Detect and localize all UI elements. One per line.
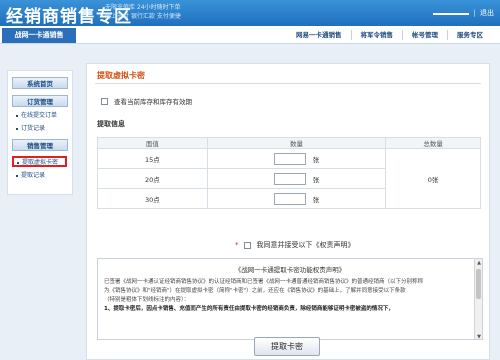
nav-link-account-management[interactable]: 帐号管理 — [402, 30, 447, 40]
sidebar-section-order: 订货管理 — [12, 95, 68, 107]
sidebar-item-home[interactable]: 系统首页 — [12, 77, 68, 89]
user-area: | 退出 — [433, 8, 494, 18]
sidebar: 系统首页 订货管理 在线提交订单 订货记录 销售管理 提取虚拟卡密 提取记录 — [7, 70, 73, 195]
unit-label: 张 — [312, 195, 320, 204]
sidebar-item-label: 提取虚拟卡密 — [22, 159, 59, 166]
sidebar-item-order-records[interactable]: 订货记录 — [16, 125, 72, 133]
header-slogan: 无限充值库 24小时随时下单 网上支付 银行汇款 支付便捷 — [105, 3, 195, 21]
header-bar: 经销商销售专区 无限充值库 24小时随时下单 网上支付 银行汇款 支付便捷 | … — [0, 0, 500, 27]
column-header: 数量 — [206, 137, 387, 149]
extract-card-button[interactable]: 提取卡密 — [254, 337, 320, 356]
logout-link[interactable]: 退出 — [480, 9, 494, 17]
column-header: 总数量 — [385, 137, 481, 149]
denomination-cell: 15点 — [97, 148, 208, 169]
sidebar-item-submit-order[interactable]: 在线提交订单 — [16, 112, 72, 120]
page-title: 提取虚拟卡密 — [97, 71, 145, 80]
disclaimer-title: 《战网一卡通提取卡密功能权责声明》 — [234, 266, 346, 274]
stock-option: 查看当前库存和库存有效期 — [101, 96, 192, 106]
column-header: 面值 — [97, 137, 208, 149]
nav-link-netease-card-sales[interactable]: 网易一卡通销售 — [287, 30, 351, 40]
unit-label: 张 — [312, 155, 320, 164]
total-cell: 0张 — [385, 148, 481, 209]
disclaimer-box[interactable]: 《战网一卡通提取卡密功能权责声明》 已签署《战网一卡通认证经销商销售协议》的认证… — [97, 258, 483, 340]
bullet-icon — [16, 127, 18, 130]
sidebar-section-sales: 销售管理 — [12, 139, 68, 151]
quantity-cell: 张 — [206, 148, 387, 169]
separator: | — [473, 9, 476, 17]
scroll-up-icon[interactable]: ▲ — [476, 260, 482, 266]
disclaimer-line: 已签署《战网一卡通认证经销商销售协议》的认证经销商和已签署《战网一卡通普通经销商… — [104, 279, 424, 285]
bullet-icon — [17, 161, 19, 164]
sidebar-item-extract-records[interactable]: 提取记录 — [16, 172, 72, 180]
quantity-input-30[interactable] — [273, 192, 306, 205]
stock-checkbox-label[interactable]: 查看当前库存和库存有效期 — [114, 96, 192, 106]
divider — [95, 83, 481, 84]
quantity-input-20[interactable] — [273, 172, 306, 185]
slogan-line: 网上支付 银行汇款 支付便捷 — [105, 13, 181, 20]
disclaimer-bold-line: 1、提取卡密后，因点卡销售、充值而产生的所有责任由提取卡密的经销商负责，除经销商… — [104, 306, 394, 312]
top-nav: 战网一卡通销售 网易一卡通销售 将军令销售 帐号管理 服务专区 — [0, 26, 500, 44]
quantity-input-15[interactable] — [273, 152, 306, 165]
main-panel: 提取虚拟卡密 查看当前库存和库存有效期 提取信息 面值 数量 总数量 15点 张… — [86, 63, 490, 360]
agree-label[interactable]: 我同意并接受以下《权责声明》 — [257, 240, 355, 250]
quantity-cell: 张 — [206, 188, 387, 209]
nav-link-service-zone[interactable]: 服务专区 — [447, 30, 492, 40]
sidebar-item-extract-card[interactable]: 提取虚拟卡密 — [12, 156, 67, 167]
nav-link-token-sales[interactable]: 将军令销售 — [350, 30, 403, 40]
bullet-icon — [16, 114, 18, 117]
section-label: 提取信息 — [97, 120, 125, 128]
slogan-line: 无限充值库 24小时随时下单 — [105, 4, 181, 11]
tab-battlenet-card-sales[interactable]: 战网一卡通销售 — [2, 28, 76, 43]
unit-label: 张 — [312, 175, 320, 184]
agreement-row: * 我同意并接受以下《权责声明》 — [235, 240, 355, 250]
denomination-cell: 30点 — [97, 188, 208, 209]
disclaimer-line: 为《销售协议》和"经销商"）在提取虚拟卡密（简称"卡密"）之前，还应在《销售协议… — [104, 288, 406, 294]
nav-links: 网易一卡通销售 将军令销售 帐号管理 服务专区 — [287, 26, 492, 44]
table-header-row: 面值 数量 总数量 — [97, 137, 481, 149]
scroll-down-icon[interactable]: ▼ — [476, 334, 482, 339]
quantity-cell: 张 — [206, 168, 387, 189]
sidebar-item-label: 在线提交订单 — [21, 112, 58, 119]
username-redacted — [433, 11, 470, 15]
table-row: 15点 张 0张 — [97, 148, 481, 209]
denomination-cell: 20点 — [97, 168, 208, 189]
stock-checkbox[interactable] — [101, 97, 108, 105]
sidebar-item-label: 订货记录 — [21, 125, 46, 132]
disclaimer-scrollbar[interactable]: ▲ ▼ — [474, 259, 482, 339]
bullet-icon — [16, 174, 18, 177]
scroll-thumb[interactable] — [476, 269, 481, 299]
disclaimer-line: （特别是粗体下划线标注的内容）： — [104, 297, 190, 303]
sidebar-item-label: 提取记录 — [21, 172, 46, 179]
disclaimer-body: 已签署《战网一卡通认证经销商销售协议》的认证经销商和已签署《战网一卡通普通经销商… — [104, 278, 470, 314]
required-mark: * — [235, 241, 239, 249]
agree-checkbox[interactable] — [243, 241, 251, 249]
extract-table: 面值 数量 总数量 15点 张 0张 20点 张 30点 张 — [97, 137, 481, 209]
